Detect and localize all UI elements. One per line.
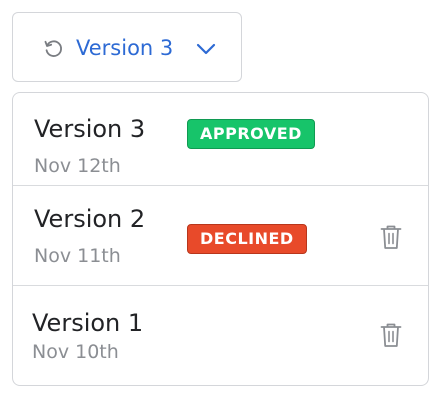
version-item[interactable]: Version 1 Nov 10th: [13, 285, 428, 385]
version-item[interactable]: Version 3 APPROVED Nov 12th: [13, 93, 428, 185]
status-badge-approved: APPROVED: [187, 119, 315, 149]
version-name: Version 1: [32, 309, 144, 337]
version-date: Nov 11th: [34, 245, 121, 267]
version-name: Version 3: [34, 115, 146, 143]
status-badge-declined: DECLINED: [187, 224, 307, 254]
version-name: Version 2: [34, 205, 146, 233]
history-icon: [44, 40, 62, 57]
selected-version-label: Version 3: [76, 36, 174, 60]
trash-icon[interactable]: [380, 322, 402, 348]
version-date: Nov 12th: [34, 155, 121, 177]
version-date: Nov 10th: [32, 341, 119, 363]
version-dropdown-trigger[interactable]: Version 3: [12, 12, 242, 82]
chevron-down-icon: [196, 43, 216, 55]
version-dropdown-menu: Version 3 APPROVED Nov 12th Version 2 DE…: [12, 92, 429, 386]
trash-icon[interactable]: [380, 224, 402, 250]
version-item[interactable]: Version 2 DECLINED Nov 11th: [13, 185, 428, 285]
